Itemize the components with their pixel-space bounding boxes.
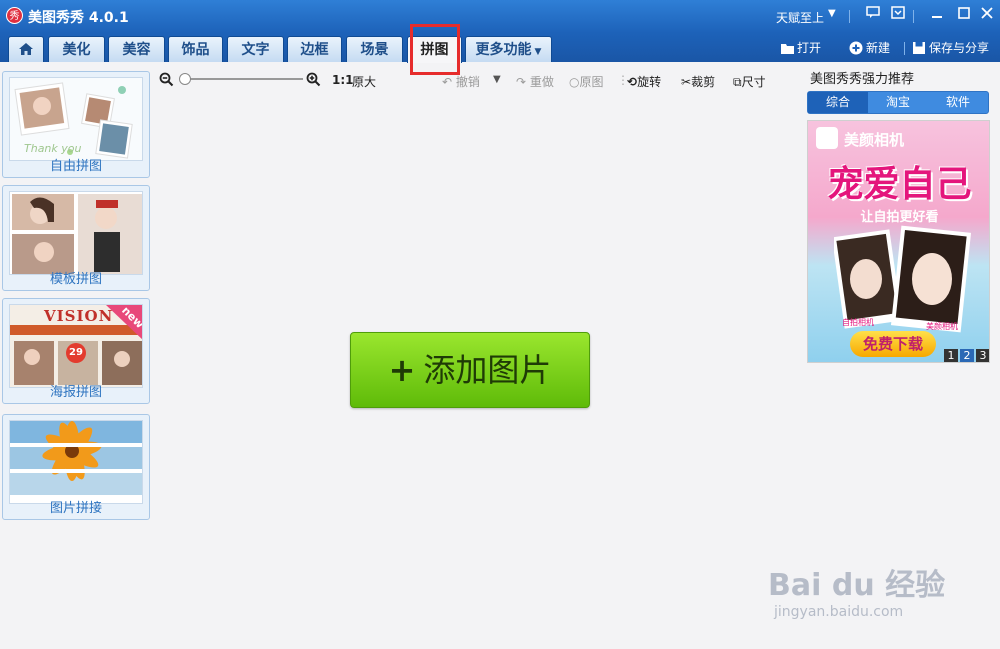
minimize-icon[interactable] bbox=[928, 6, 946, 24]
plus-circle-icon bbox=[849, 41, 863, 55]
redo-label: 重做 bbox=[529, 75, 554, 89]
watermark-line-1: Bai du 经验 bbox=[768, 568, 946, 603]
crop-button[interactable]: ✂裁剪 bbox=[681, 73, 715, 90]
ad-download-button[interactable]: 免费下载 bbox=[850, 331, 936, 357]
poster-collage-label: 海报拼图 bbox=[49, 385, 102, 400]
free-collage-label: 自由拼图 bbox=[49, 159, 102, 174]
save-share-button[interactable]: 保存与分享 bbox=[912, 40, 989, 56]
camera-app-icon bbox=[816, 127, 838, 149]
scissors-icon: ✂ bbox=[681, 75, 692, 89]
ad-subtitle: 让自拍更好看 bbox=[860, 210, 939, 225]
chevron-down-icon[interactable]: ▼ bbox=[828, 8, 836, 19]
main-tab-bar: 美化 美容 饰品 文字 边框 场景 拼图 更多功能 ▼ 打开 新建 保存与分享 bbox=[0, 33, 1000, 63]
tab-more-label: 更多功能 bbox=[475, 42, 532, 58]
title-bar: 秀 美图秀秀 4.0.1 天赋至上 ▼ bbox=[0, 0, 1000, 33]
tab-recommend-taobao[interactable]: 淘宝 bbox=[868, 92, 928, 113]
poster-number-badge: 29 bbox=[66, 343, 86, 363]
undo-button[interactable]: ↶ 撤销 bbox=[442, 73, 480, 90]
window-title: 美图秀秀 4.0.1 bbox=[28, 10, 129, 26]
rotate-label: 旋转 bbox=[637, 75, 662, 89]
template-collage-card[interactable]: 模板拼图 bbox=[2, 185, 150, 291]
resize-icon: ⧉ bbox=[733, 75, 742, 89]
redo-button[interactable]: ↷ 重做 bbox=[516, 73, 554, 90]
image-stitch-thumbnail bbox=[9, 420, 143, 504]
original-size-button[interactable]: 原大 bbox=[352, 73, 376, 90]
ad-brand-name: 美颜相机 bbox=[844, 131, 905, 149]
maximize-icon[interactable] bbox=[955, 6, 973, 24]
actual-size-ratio[interactable]: 1:1 bbox=[332, 73, 354, 87]
redo-icon: ↷ bbox=[516, 75, 527, 89]
undo-icon: ↶ bbox=[442, 75, 453, 89]
tab-more-features[interactable]: 更多功能 ▼ bbox=[465, 36, 552, 62]
message-icon[interactable] bbox=[864, 6, 882, 24]
collage-mode-panel: Thank you 自由拼图 模板拼图 VISION 29 new 海报拼图 图… bbox=[0, 66, 152, 649]
recommend-title: 美图秀秀强力推荐 bbox=[810, 72, 915, 87]
ad-page-1[interactable]: 1 bbox=[944, 349, 958, 362]
original-label: 原图 bbox=[579, 75, 604, 89]
tab-beautify[interactable]: 美化 bbox=[48, 36, 105, 62]
thank-you-text: Thank you bbox=[24, 142, 82, 155]
tab-frame[interactable]: 边框 bbox=[287, 36, 342, 62]
tab-accessories[interactable]: 饰品 bbox=[168, 36, 223, 62]
undo-dropdown-icon[interactable]: ▼ bbox=[493, 74, 501, 85]
home-icon bbox=[19, 43, 33, 55]
tab-beauty[interactable]: 美容 bbox=[108, 36, 165, 62]
save-share-label: 保存与分享 bbox=[929, 41, 990, 55]
resize-button[interactable]: ⧉尺寸 bbox=[733, 73, 766, 90]
rotate-button[interactable]: ⟲旋转 bbox=[627, 73, 661, 90]
zoom-out-icon[interactable] bbox=[159, 72, 174, 87]
new-button[interactable]: 新建 bbox=[849, 40, 890, 56]
divider bbox=[904, 42, 905, 55]
undo-label: 撤销 bbox=[455, 75, 480, 89]
ad-page-3[interactable]: 3 bbox=[976, 349, 989, 362]
tab-text[interactable]: 文字 bbox=[227, 36, 284, 62]
divider bbox=[913, 10, 914, 23]
tab-scene[interactable]: 场景 bbox=[346, 36, 403, 62]
tab-recommend-general[interactable]: 综合 bbox=[808, 92, 868, 113]
image-stitch-card[interactable]: 图片拼接 bbox=[2, 414, 150, 520]
tab-recommend-software[interactable]: 软件 bbox=[928, 92, 988, 113]
template-collage-thumbnail bbox=[9, 191, 143, 275]
skin-icon[interactable] bbox=[889, 6, 907, 24]
recommend-tabs: 综合 淘宝 软件 bbox=[807, 91, 989, 114]
edit-toolbar: 1:1 原大 ↶ 撤销 ▼ ↷ 重做 ○原图 ⋮ ⟲旋转 ✂裁剪 ⧉尺寸 bbox=[155, 68, 795, 92]
poster-vision-text: VISION bbox=[44, 307, 114, 325]
add-image-label: 添加图片 bbox=[423, 351, 552, 389]
template-collage-label: 模板拼图 bbox=[49, 272, 102, 287]
save-icon bbox=[913, 42, 925, 54]
open-label: 打开 bbox=[797, 41, 822, 55]
zoom-in-icon[interactable] bbox=[306, 72, 321, 87]
free-collage-card[interactable]: Thank you 自由拼图 bbox=[2, 71, 150, 178]
ad-page-2[interactable]: 2 bbox=[960, 349, 974, 362]
crop-label: 裁剪 bbox=[691, 75, 716, 89]
original-image-button[interactable]: ○原图 bbox=[569, 73, 604, 90]
open-button[interactable]: 打开 bbox=[780, 40, 821, 56]
user-name[interactable]: 天赋至上 bbox=[776, 9, 824, 26]
ad-slogan: 宠爱自己 bbox=[827, 164, 972, 205]
app-logo-icon: 秀 bbox=[6, 7, 23, 24]
watermark-line-2: jingyan.baidu.com bbox=[774, 604, 904, 620]
tab-home[interactable] bbox=[8, 36, 44, 62]
ad-tag-2: 美颜相机 bbox=[926, 322, 958, 331]
image-stitch-label: 图片拼接 bbox=[49, 501, 102, 516]
plus-icon: + bbox=[388, 351, 416, 389]
ad-tag-1: 自拍相机 bbox=[842, 318, 874, 327]
ad-banner[interactable]: 美颜相机 宠爱自己 让自拍更好看 自拍相机 美颜相机 免费下载 1 2 3 bbox=[807, 120, 990, 363]
folder-icon bbox=[781, 44, 794, 54]
rotate-icon: ⟲ bbox=[627, 75, 638, 89]
original-icon: ○ bbox=[569, 75, 580, 89]
poster-collage-thumbnail: VISION 29 new bbox=[9, 304, 143, 388]
free-collage-thumbnail: Thank you bbox=[9, 77, 143, 161]
new-label: 新建 bbox=[866, 41, 891, 55]
zoom-slider-handle[interactable] bbox=[179, 73, 191, 85]
caret-down-icon: ▼ bbox=[534, 47, 542, 57]
poster-collage-card[interactable]: VISION 29 new 海报拼图 bbox=[2, 298, 150, 404]
divider bbox=[849, 10, 850, 23]
zoom-slider[interactable] bbox=[181, 78, 303, 80]
close-icon[interactable] bbox=[978, 6, 996, 24]
add-image-button[interactable]: + 添加图片 bbox=[350, 332, 590, 408]
resize-label: 尺寸 bbox=[741, 75, 766, 89]
